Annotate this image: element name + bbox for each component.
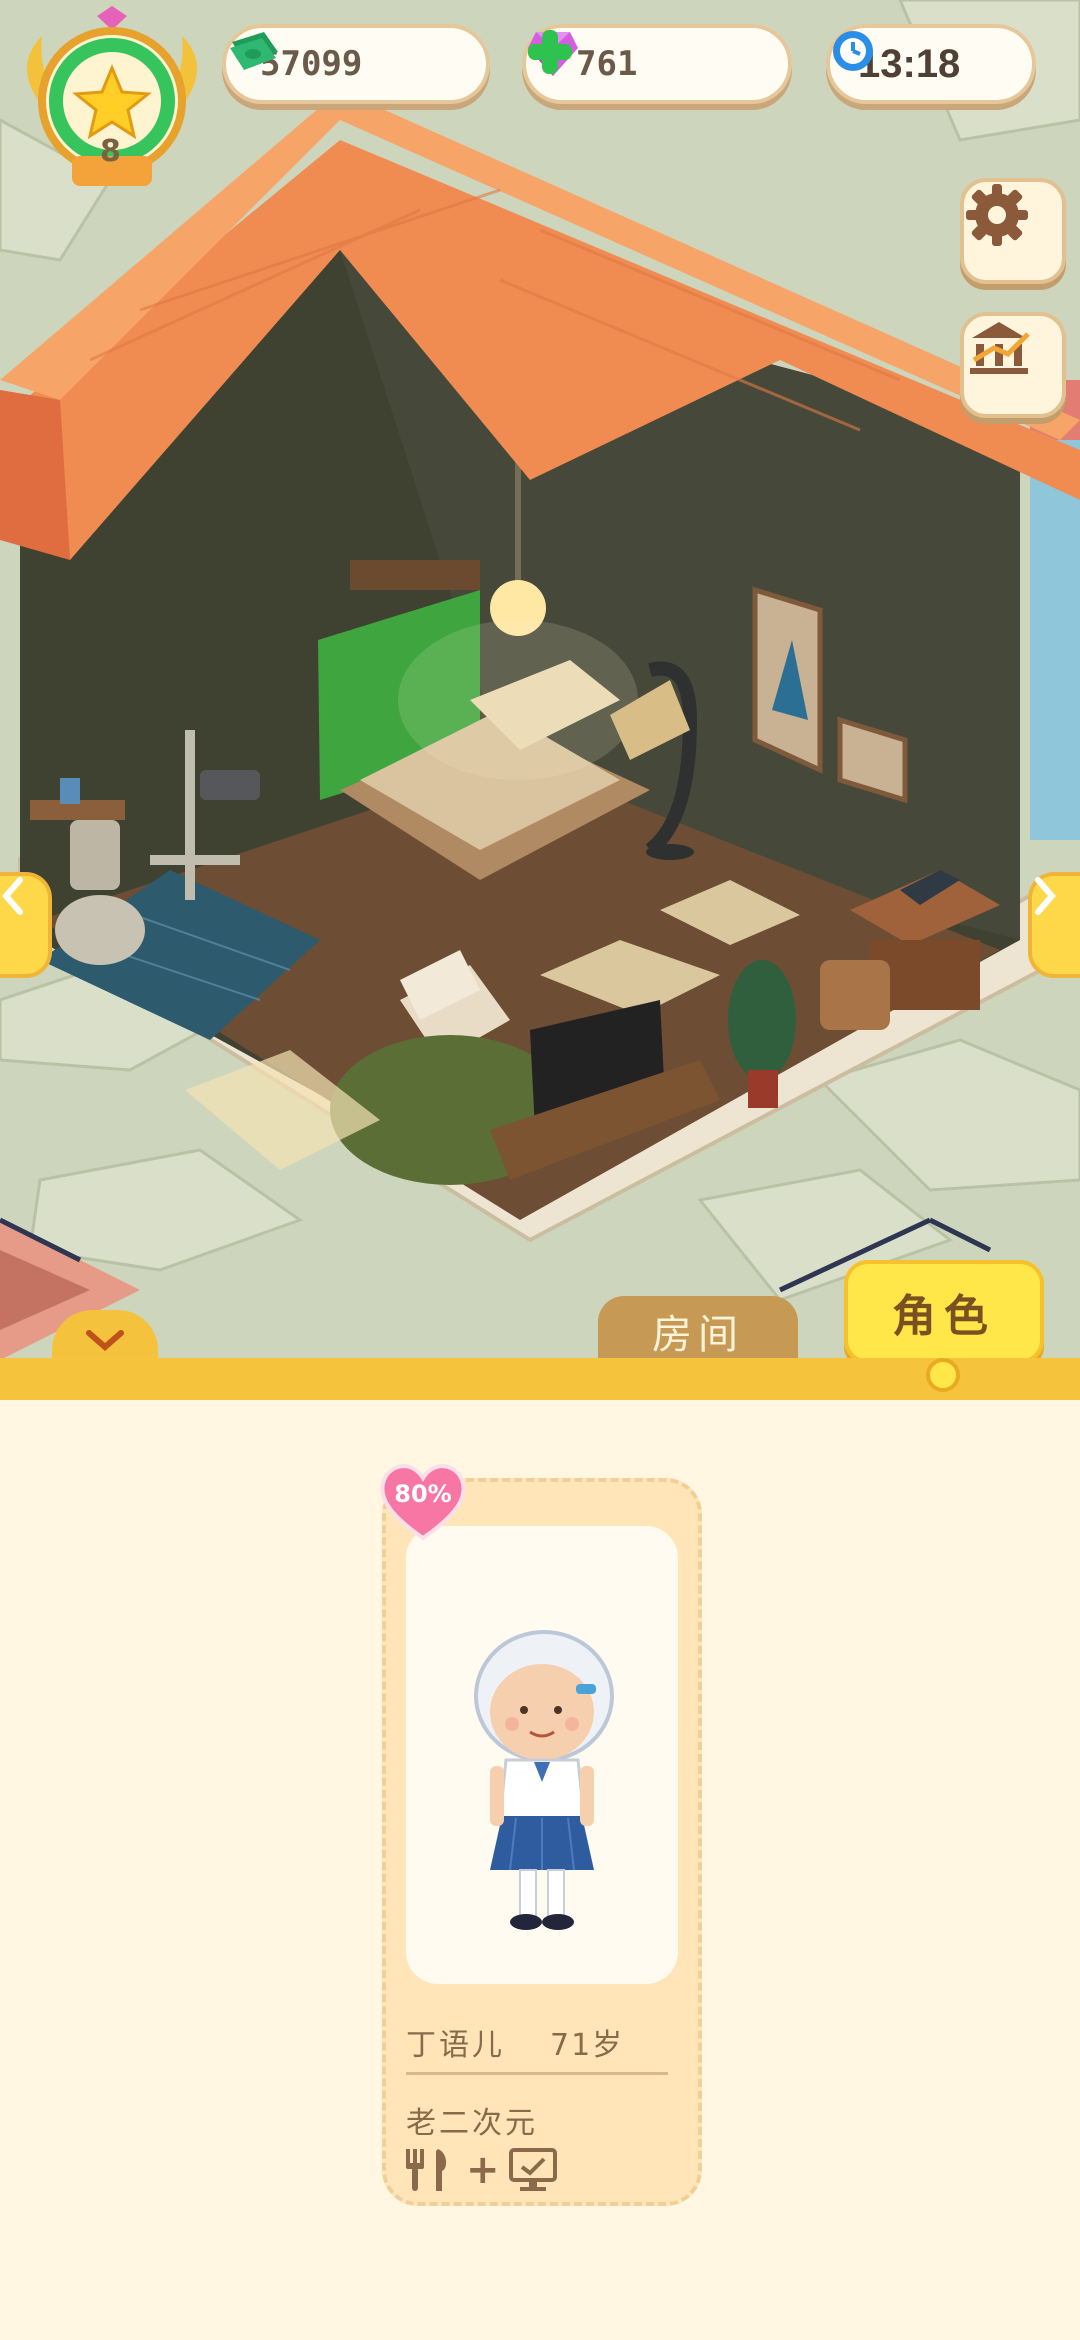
game-clock: 13:18 xyxy=(826,24,1036,104)
active-tab-indicator xyxy=(926,1358,960,1392)
character-name: 丁语儿 xyxy=(406,2028,505,2063)
character-age: 71岁 xyxy=(550,2028,625,2063)
affection-heart: 80% xyxy=(378,1458,468,1542)
character-portrait xyxy=(406,1526,678,1984)
chevron-right-icon xyxy=(1035,877,1056,915)
cash-counter[interactable]: 57099 xyxy=(222,24,490,104)
utensils-icon xyxy=(406,2149,447,2191)
previous-room-button[interactable] xyxy=(0,872,52,978)
affection-percent: 80% xyxy=(394,1480,452,1508)
gem-amount: 761 xyxy=(576,44,638,84)
chevron-left-icon xyxy=(2,877,23,915)
chevron-down-icon xyxy=(86,1330,124,1351)
game-scene[interactable]: 8 57099 761 13:18 xyxy=(0,0,1080,1360)
settings-button[interactable] xyxy=(960,178,1066,284)
room-illustration xyxy=(0,0,1080,1360)
card-divider xyxy=(406,2072,668,2075)
panel-header-band xyxy=(0,1358,1080,1400)
character-avatar xyxy=(474,1630,614,1930)
gear-icon xyxy=(966,184,1028,246)
character-needs: + xyxy=(402,2146,558,2194)
tab-character[interactable]: 角色 xyxy=(844,1260,1044,1364)
need-plus: + xyxy=(466,2147,500,2193)
next-room-button[interactable] xyxy=(1028,872,1080,978)
gem-counter[interactable]: 761 xyxy=(522,24,792,104)
stats-button[interactable] xyxy=(960,312,1066,418)
tab-room[interactable]: 房间 xyxy=(598,1296,798,1366)
character-card[interactable]: 80% 丁语儿 71岁 老二次元 + xyxy=(380,1464,702,2206)
player-level-number: 8 xyxy=(100,134,121,169)
monitor-icon xyxy=(508,2148,557,2191)
character-trait: 老二次元 xyxy=(406,2106,538,2141)
growth-chart-icon xyxy=(970,322,1030,374)
player-level-badge[interactable]: 8 xyxy=(12,6,212,196)
